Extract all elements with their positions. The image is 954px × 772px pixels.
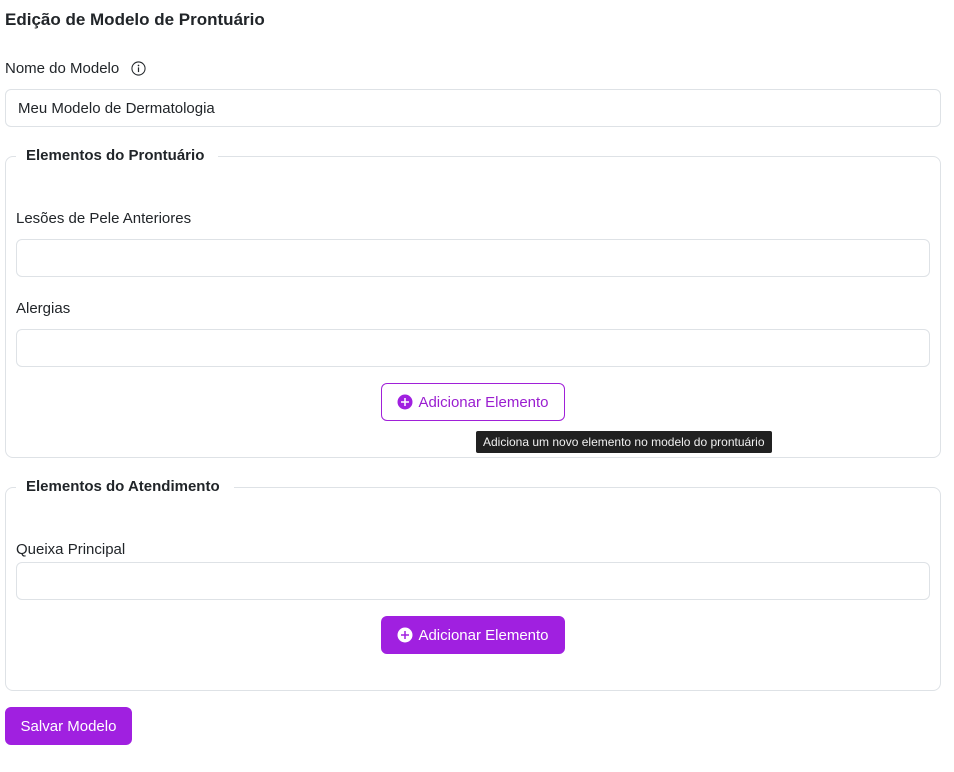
add-prontuario-element-label: Adicionar Elemento xyxy=(418,393,549,411)
add-atendimento-element-label: Adicionar Elemento xyxy=(418,626,549,644)
model-name-label-row: Nome do Modelo xyxy=(5,60,146,77)
add-element-tooltip: Adiciona um novo elemento no modelo do p… xyxy=(476,431,772,453)
field-label-queixa: Queixa Principal xyxy=(16,541,126,558)
save-model-label: Salvar Modelo xyxy=(20,717,117,735)
model-editor-page: Edição de Modelo de Prontuário Nome do M… xyxy=(0,0,954,772)
lesoes-input[interactable] xyxy=(16,239,930,277)
page-title: Edição de Modelo de Prontuário xyxy=(5,10,265,29)
add-prontuario-element-button[interactable]: Adicionar Elemento xyxy=(381,383,565,421)
add-atendimento-element-button[interactable]: Adicionar Elemento xyxy=(381,616,565,654)
model-name-label: Nome do Modelo xyxy=(5,60,120,77)
plus-circle-icon xyxy=(397,627,413,643)
plus-circle-icon xyxy=(397,394,413,410)
queixa-principal-input[interactable] xyxy=(16,562,930,600)
info-circle-icon[interactable] xyxy=(131,61,146,76)
model-name-input[interactable] xyxy=(5,89,941,127)
field-label-lesoes: Lesões de Pele Anteriores xyxy=(16,210,192,227)
atendimento-elements-legend: Elementos do Atendimento xyxy=(16,478,234,495)
alergias-input[interactable] xyxy=(16,329,930,367)
prontuario-elements-legend: Elementos do Prontuário xyxy=(16,147,219,164)
field-label-alergias: Alergias xyxy=(16,300,71,317)
save-model-button[interactable]: Salvar Modelo xyxy=(5,707,132,745)
